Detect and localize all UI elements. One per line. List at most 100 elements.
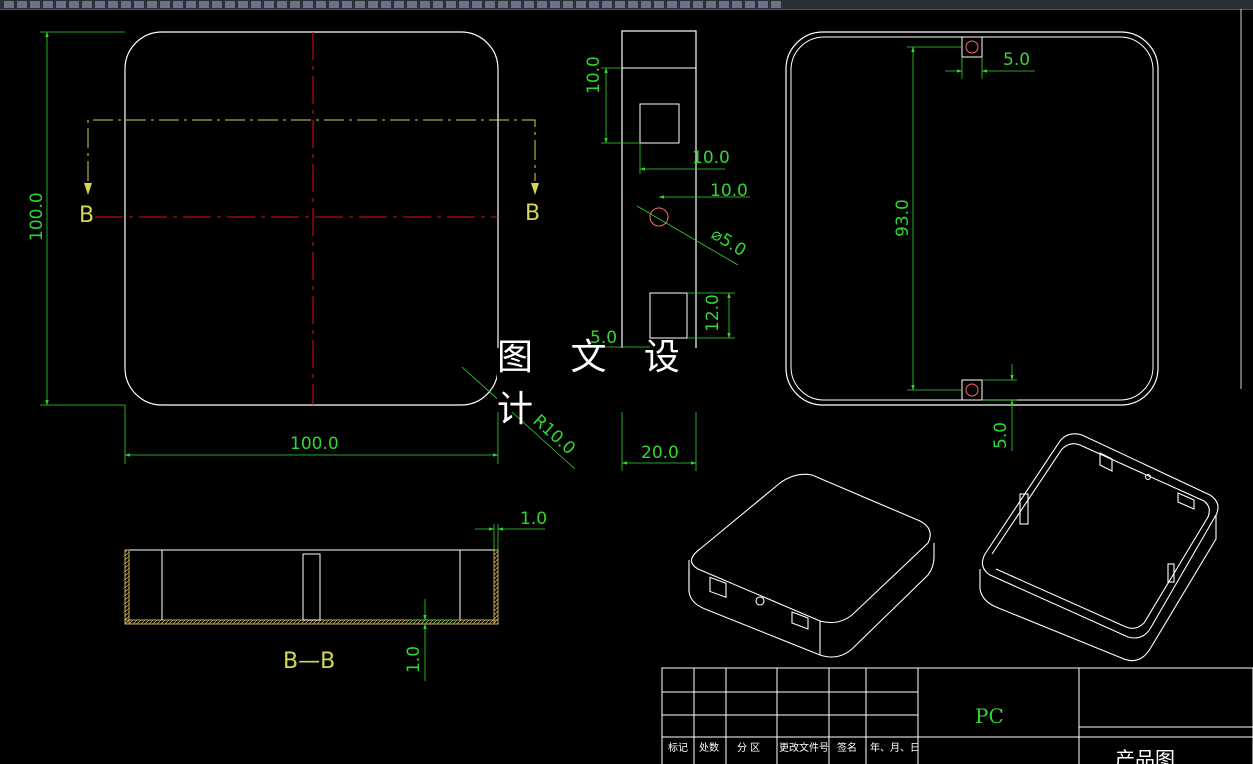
- toolbar-icon[interactable]: [368, 1, 378, 8]
- tb-header-2: 分 区: [737, 742, 760, 754]
- dim-side-10-c: 10.0: [710, 181, 748, 201]
- dim-section-wall: 1.0: [520, 509, 547, 529]
- toolbar-icon[interactable]: [95, 1, 105, 8]
- toolbar-icon[interactable]: [589, 1, 599, 8]
- toolbar-icon[interactable]: [147, 1, 157, 8]
- section-cut-line: [87, 119, 536, 181]
- watermark-text: 图 文 设 计: [497, 337, 693, 430]
- toolbar-icon[interactable]: [667, 1, 677, 8]
- section-title: B—B: [283, 649, 335, 674]
- toolbar-icon[interactable]: [4, 1, 14, 8]
- toolbar-icon[interactable]: [17, 1, 27, 8]
- section-wall-left: [124, 549, 130, 625]
- toolbar-icon[interactable]: [706, 1, 716, 8]
- dim-top-height: 100.0: [27, 192, 47, 241]
- toolbar-icon[interactable]: [394, 1, 404, 8]
- toolbar-icon[interactable]: [264, 1, 274, 8]
- dim-side-diameter: ⌀5.0: [707, 224, 749, 261]
- toolbar-icon[interactable]: [641, 1, 651, 8]
- toolbar-icon[interactable]: [82, 1, 92, 8]
- dim-side-10-a: 10.0: [584, 56, 604, 94]
- toolbar-icon[interactable]: [199, 1, 209, 8]
- toolbar-icon[interactable]: [563, 1, 573, 8]
- toolbar-icon[interactable]: [745, 1, 755, 8]
- toolbar-icon[interactable]: [524, 1, 534, 8]
- tb-header-4: 签名: [837, 741, 857, 754]
- toolbar-icon[interactable]: [56, 1, 66, 8]
- toolbar-icon[interactable]: [186, 1, 196, 8]
- inner-view-inner: [790, 36, 1154, 401]
- dim-side-20: 20.0: [641, 443, 679, 463]
- tb-header-5: 年、月、日: [870, 741, 920, 754]
- toolbar-icon[interactable]: [485, 1, 495, 8]
- toolbar-icon[interactable]: [238, 1, 248, 8]
- side-slot-upper: [639, 103, 680, 144]
- section-floor: [124, 619, 499, 625]
- toolbar-icon[interactable]: [277, 1, 287, 8]
- section-mark-right: B: [525, 201, 540, 226]
- toolbar-icon[interactable]: [628, 1, 638, 8]
- toolbar-icon[interactable]: [459, 1, 469, 8]
- toolbar-icon[interactable]: [121, 1, 131, 8]
- toolbar-icon[interactable]: [160, 1, 170, 8]
- toolbar-icon[interactable]: [771, 1, 781, 8]
- toolbar-icon[interactable]: [43, 1, 53, 8]
- toolbar-icon[interactable]: [615, 1, 625, 8]
- dim-section-floor: 1.0: [404, 646, 424, 673]
- toolbar-icon[interactable]: [654, 1, 664, 8]
- toolbar-icon[interactable]: [472, 1, 482, 8]
- iso-view-open: [979, 433, 1219, 662]
- watermark-banner: 图 文 设 计: [497, 337, 755, 430]
- toolbar-icon[interactable]: [251, 1, 261, 8]
- toolbar-icon[interactable]: [758, 1, 768, 8]
- toolbar-icon[interactable]: [355, 1, 365, 8]
- toolbar-icon[interactable]: [537, 1, 547, 8]
- toolbar-icon[interactable]: [134, 1, 144, 8]
- toolbar-icon[interactable]: [30, 1, 40, 8]
- section-mark-left: B: [79, 203, 94, 228]
- tb-header-0: 标记: [668, 742, 688, 754]
- iso-view-closed: [688, 473, 935, 658]
- dim-side-12: 12.0: [703, 294, 723, 332]
- tb-material: PC: [975, 704, 1004, 728]
- toolbar-icon[interactable]: [511, 1, 521, 8]
- toolbar-icon[interactable]: [329, 1, 339, 8]
- toolbar-icon[interactable]: [576, 1, 586, 8]
- toolbar-icon[interactable]: [407, 1, 417, 8]
- toolbar-icon[interactable]: [303, 1, 313, 8]
- dim-side-10-b: 10.0: [692, 148, 730, 168]
- toolbar-icon[interactable]: [381, 1, 391, 8]
- toolbar-icon[interactable]: [732, 1, 742, 8]
- toolbar-icon[interactable]: [290, 1, 300, 8]
- toolbar-icon[interactable]: [693, 1, 703, 8]
- dim-right-93: 93.0: [893, 199, 913, 237]
- toolbar-icon[interactable]: [719, 1, 729, 8]
- toolbar-icon[interactable]: [550, 1, 560, 8]
- inner-view-outer: [785, 31, 1159, 406]
- toolbar-icon[interactable]: [212, 1, 222, 8]
- tb-header-3: 更改文件号: [779, 741, 829, 754]
- side-hole: [649, 207, 669, 227]
- toolbar-icon[interactable]: [108, 1, 118, 8]
- toolbar-icon[interactable]: [498, 1, 508, 8]
- toolbar-icon[interactable]: [173, 1, 183, 8]
- section-view: 1.0 1.0 B—B: [124, 509, 547, 681]
- toolbar-icon[interactable]: [446, 1, 456, 8]
- toolbar-icon[interactable]: [433, 1, 443, 8]
- toolbar-icon[interactable]: [316, 1, 326, 8]
- toolbar-icon[interactable]: [420, 1, 430, 8]
- top-view-outline: [124, 31, 499, 406]
- toolbar-icon[interactable]: [602, 1, 612, 8]
- tb-drawing-name: 产品图: [1115, 747, 1175, 764]
- toolbar-icon[interactable]: [225, 1, 235, 8]
- toolbar-icon[interactable]: [69, 1, 79, 8]
- inner-view: 5.0 93.0 5.0: [785, 31, 1159, 451]
- toolbar-icon[interactable]: [342, 1, 352, 8]
- tb-header-1: 处数: [699, 741, 719, 754]
- boss-bottom: [965, 383, 979, 397]
- dim-right-5-bottom: 5.0: [991, 422, 1011, 449]
- dim-top-width: 100.0: [290, 434, 339, 454]
- section-wall-right: [493, 549, 499, 625]
- toolbar-icon[interactable]: [680, 1, 690, 8]
- dim-right-5-top: 5.0: [1003, 50, 1030, 70]
